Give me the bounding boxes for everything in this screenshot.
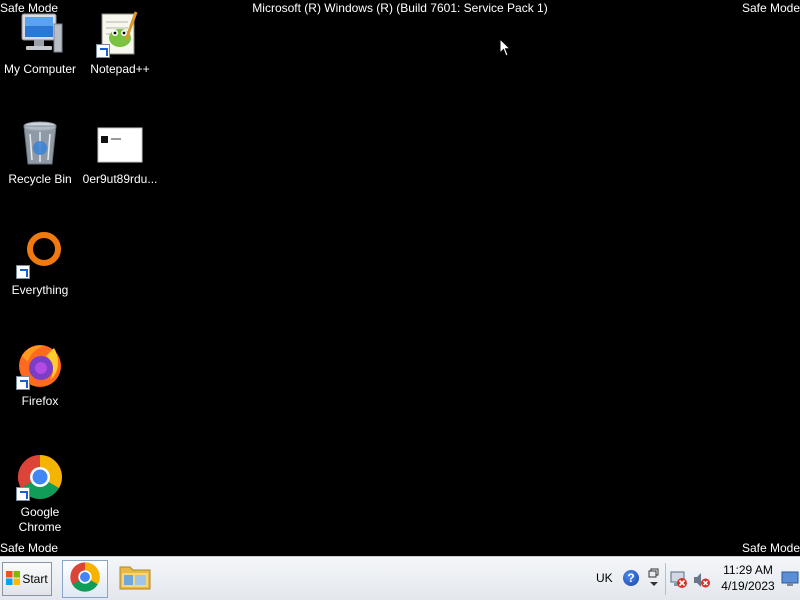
desktop-icon-google-chrome[interactable]: Google Chrome — [0, 453, 80, 535]
safe-mode-label: Safe Mode — [741, 541, 800, 555]
taskbar-app-chrome[interactable] — [62, 560, 108, 598]
desktop-icon-label: 0er9ut89rdu... — [82, 172, 158, 186]
chrome-icon — [16, 453, 64, 501]
desktop-icon-label: Google Chrome — [18, 505, 62, 534]
recycle-bin-icon — [16, 120, 64, 168]
image-file-icon — [97, 120, 143, 168]
desktop-icon-everything[interactable]: Everything — [0, 231, 80, 298]
volume-muted-icon[interactable] — [693, 571, 711, 594]
desktop-icon-label: Notepad++ — [90, 62, 150, 76]
shortcut-arrow-icon — [96, 44, 110, 58]
firefox-icon — [16, 342, 64, 390]
taskbar: Start UK ? 11:29 AM 4/19/2023 — [0, 556, 800, 600]
desktop-icon-my-computer[interactable]: My Computer — [0, 10, 80, 77]
desktop-icon-image-file[interactable]: 0er9ut89rdu... — [80, 120, 160, 187]
show-desktop-icon[interactable] — [781, 571, 799, 592]
clock-time: 11:29 AM — [723, 563, 773, 577]
everything-search-icon — [16, 231, 64, 279]
desktop-icon-firefox[interactable]: Firefox — [0, 342, 80, 409]
shortcut-arrow-icon — [16, 376, 30, 390]
desktop-icon-label: My Computer — [3, 62, 77, 76]
clock[interactable]: 11:29 AM 4/19/2023 — [716, 562, 780, 594]
language-indicator[interactable]: UK — [596, 571, 613, 585]
folder-icon — [118, 562, 152, 597]
show-hidden-icons-icon[interactable] — [648, 567, 660, 589]
start-label: Start — [22, 572, 48, 586]
desktop-icon-notepad-plus-plus[interactable]: Notepad++ — [80, 10, 160, 77]
taskbar-app-explorer[interactable] — [112, 560, 158, 598]
desktop[interactable]: Safe Mode Safe Mode Safe Mode Safe Mode … — [0, 0, 800, 556]
desktop-icon-label: Everything — [11, 283, 69, 297]
desktop-icon-label: Recycle Bin — [8, 172, 72, 186]
safe-mode-label: Safe Mode — [0, 541, 59, 555]
help-icon[interactable]: ? — [623, 570, 639, 586]
desktop-icon-label: Firefox — [21, 394, 59, 408]
tray-divider — [665, 563, 666, 595]
computer-icon — [16, 10, 64, 58]
shortcut-arrow-icon — [16, 487, 30, 501]
mouse-cursor-icon — [499, 37, 512, 63]
shortcut-arrow-icon — [16, 265, 30, 279]
windows-logo-icon — [6, 570, 21, 588]
network-disconnected-icon[interactable] — [670, 571, 688, 594]
clock-date: 4/19/2023 — [721, 579, 775, 593]
notepad-plus-plus-icon — [96, 10, 144, 58]
chrome-icon — [69, 561, 101, 598]
desktop-icon-recycle-bin[interactable]: Recycle Bin — [0, 120, 80, 187]
start-button[interactable]: Start — [2, 562, 52, 596]
